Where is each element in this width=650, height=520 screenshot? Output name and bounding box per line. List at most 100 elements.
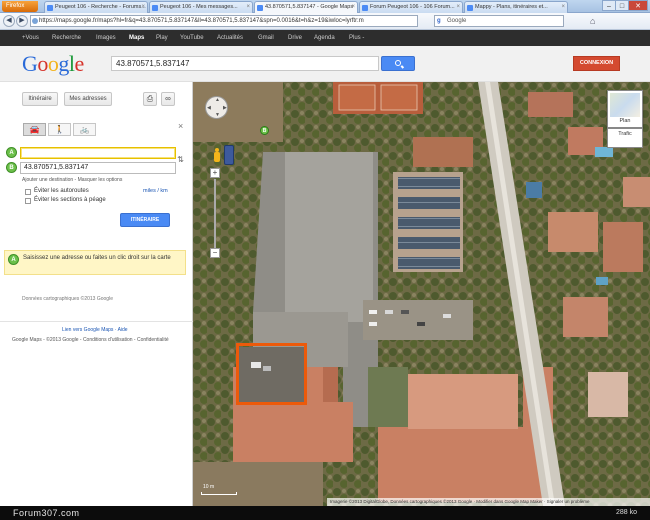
get-directions-button[interactable]: ITINÉRAIRE bbox=[120, 213, 170, 227]
back-button[interactable]: ◀ bbox=[3, 15, 15, 27]
browser-search-box[interactable]: g Google bbox=[434, 15, 564, 27]
add-destination-link[interactable]: Ajouter une destination - Masquer les op… bbox=[22, 177, 122, 183]
bike-icon[interactable]: 🚲 bbox=[73, 123, 96, 136]
search-icon bbox=[395, 60, 401, 66]
route-end-input[interactable]: 43.870571,5.837147 bbox=[20, 162, 176, 174]
gbar-play[interactable]: Play bbox=[156, 30, 168, 46]
gbar-plus-you[interactable]: +Vous bbox=[22, 30, 39, 46]
print-icon[interactable]: ⎙ bbox=[143, 92, 157, 106]
gbar-images[interactable]: Images bbox=[96, 30, 116, 46]
zoom-in-button[interactable]: + bbox=[210, 168, 220, 178]
pan-down-icon[interactable]: ▼ bbox=[215, 112, 220, 118]
tab-favicon-icon bbox=[362, 5, 368, 11]
gbar-youtube[interactable]: YouTube bbox=[180, 30, 204, 46]
tab-favicon-icon bbox=[47, 5, 53, 11]
panel-footer-links[interactable]: Lien vers Google Maps · Aide bbox=[62, 327, 128, 333]
gbar-maps[interactable]: Maps bbox=[129, 30, 144, 46]
notice-marker-a-icon: A bbox=[8, 254, 19, 265]
gbar-calendar[interactable]: Agenda bbox=[314, 30, 335, 46]
zoom-out-button[interactable]: − bbox=[210, 248, 220, 258]
highlight-box bbox=[236, 343, 307, 405]
close-tab-icon[interactable]: × bbox=[456, 2, 460, 13]
gbar-news[interactable]: Actualités bbox=[217, 30, 243, 46]
panel-footer-legal[interactable]: Google Maps - ©2013 Google - Conditions … bbox=[12, 337, 169, 343]
avoid-highways-checkbox[interactable] bbox=[25, 189, 31, 195]
scale-bar: 10 m bbox=[201, 484, 251, 496]
route-end-row: B 43.870571,5.837147 bbox=[6, 162, 176, 174]
google-logo[interactable]: Google bbox=[22, 52, 84, 76]
map-layer-button[interactable]: Plan bbox=[607, 90, 643, 128]
close-tab-icon[interactable]: × bbox=[141, 2, 145, 13]
link-icon[interactable]: ∞ bbox=[161, 92, 175, 106]
route-start-row: A bbox=[6, 147, 176, 159]
directions-notice: A Saisissez une adresse ou faites un cli… bbox=[4, 250, 186, 275]
gbar-search[interactable]: Recherche bbox=[52, 30, 81, 46]
browser-tab[interactable]: Peugeot 106 - Mes messages... × bbox=[149, 1, 253, 13]
site-identity-icon bbox=[32, 18, 38, 24]
bottom-strip: Forum307.com 288 ko bbox=[0, 506, 650, 520]
zoom-slider[interactable] bbox=[214, 179, 216, 249]
close-tab-icon[interactable]: × bbox=[351, 2, 355, 13]
units-toggle[interactable]: miles / km bbox=[143, 188, 168, 194]
route-start-input[interactable] bbox=[20, 147, 176, 159]
forward-button[interactable]: ▶ bbox=[16, 15, 28, 27]
window-controls: – □ ✕ bbox=[602, 0, 648, 12]
directions-button[interactable]: Itinéraire bbox=[22, 92, 58, 106]
tab-favicon-icon bbox=[152, 5, 158, 11]
walk-icon[interactable]: 🚶 bbox=[48, 123, 71, 136]
close-tab-icon[interactable]: × bbox=[561, 2, 565, 13]
map-layer-label: Plan bbox=[619, 118, 631, 124]
satellite-imagery bbox=[193, 82, 650, 506]
tab-bar: Firefox Peugeot 106 - Recherche - Forums… bbox=[0, 0, 650, 13]
close-tab-icon[interactable]: × bbox=[246, 2, 250, 13]
traffic-layer-button[interactable]: Trafic bbox=[607, 128, 643, 148]
tab-favicon-icon bbox=[467, 5, 473, 11]
pan-right-icon[interactable]: ▶ bbox=[223, 105, 227, 111]
pegman-icon[interactable] bbox=[213, 148, 221, 166]
address-bar[interactable]: https://maps.google.fr/maps?hl=fr&q=43.8… bbox=[30, 15, 418, 27]
directions-panel: Itinéraire Mes adresses ⎙ ∞ × 🚘 🚶 🚲 A B … bbox=[0, 82, 193, 506]
car-icon[interactable]: 🚘 bbox=[23, 123, 46, 136]
gbar-drive[interactable]: Drive bbox=[288, 30, 302, 46]
tab-favicon-icon bbox=[257, 5, 263, 11]
map-marker-b-icon[interactable]: B bbox=[260, 126, 269, 135]
route-marker-a-icon: A bbox=[6, 147, 17, 158]
pan-control[interactable]: ▲ ◀ ▶ ▼ bbox=[205, 96, 228, 119]
scale-line bbox=[201, 492, 237, 495]
maps-header: Google 43.870571,5.837147 CONNEXION bbox=[0, 46, 650, 82]
maps-search-input[interactable]: 43.870571,5.837147 bbox=[111, 56, 379, 71]
browser-tab-active[interactable]: 43.870571,5.837147 - Google Maps × bbox=[254, 1, 358, 13]
navigation-toolbar: ◀ ▶ https://maps.google.fr/maps?hl=fr&q=… bbox=[0, 13, 650, 30]
my-places-button[interactable]: Mes adresses bbox=[64, 92, 112, 106]
google-search-engine-icon: g bbox=[437, 18, 441, 24]
map-copyright[interactable]: Imagerie ©2013 DigitalGlobe, Données car… bbox=[327, 498, 650, 506]
map-data-credit: Données cartographiques ©2013 Google bbox=[22, 296, 113, 302]
map-layer-thumbnail bbox=[610, 93, 640, 117]
browser-tab[interactable]: Mappy - Plans, itinéraires et... × bbox=[464, 1, 568, 13]
gbar-more[interactable]: Plus - bbox=[349, 30, 364, 46]
google-bar: +Vous Recherche Images Maps Play YouTube… bbox=[0, 30, 650, 46]
streetview-icon[interactable] bbox=[224, 145, 234, 165]
browser-tab[interactable]: Forum Peugeot 106 - 106 Forum... × bbox=[359, 1, 463, 13]
route-marker-b-icon: B bbox=[6, 162, 17, 173]
avoid-tolls-label: Éviter les sections à péage bbox=[34, 197, 106, 203]
panel-footer-divider bbox=[0, 321, 193, 322]
gbar-gmail[interactable]: Gmail bbox=[258, 30, 274, 46]
avoid-tolls-checkbox[interactable] bbox=[25, 198, 31, 204]
search-button[interactable] bbox=[381, 56, 415, 71]
maximize-button[interactable]: □ bbox=[615, 0, 629, 11]
satellite-map[interactable]: ▲ ◀ ▶ ▼ + − B Plan Trafic 10 m Imagerie … bbox=[193, 82, 650, 506]
file-size-label: 288 ko bbox=[616, 509, 638, 516]
sign-in-button[interactable]: CONNEXION bbox=[573, 56, 620, 71]
pan-up-icon[interactable]: ▲ bbox=[215, 97, 220, 103]
close-icon[interactable]: × bbox=[178, 121, 183, 131]
home-icon[interactable]: ⌂ bbox=[590, 16, 600, 26]
pan-left-icon[interactable]: ◀ bbox=[207, 105, 211, 111]
close-window-button[interactable]: ✕ bbox=[628, 0, 648, 11]
firefox-menu-button[interactable]: Firefox bbox=[2, 1, 38, 12]
browser-window: Firefox Peugeot 106 - Recherche - Forums… bbox=[0, 0, 650, 520]
minimize-button[interactable]: – bbox=[602, 0, 616, 11]
swap-routes-icon[interactable]: ⇅ bbox=[176, 153, 185, 167]
scale-label: 10 m bbox=[203, 484, 215, 490]
browser-tab[interactable]: Peugeot 106 - Recherche - Forums... × bbox=[44, 1, 148, 13]
